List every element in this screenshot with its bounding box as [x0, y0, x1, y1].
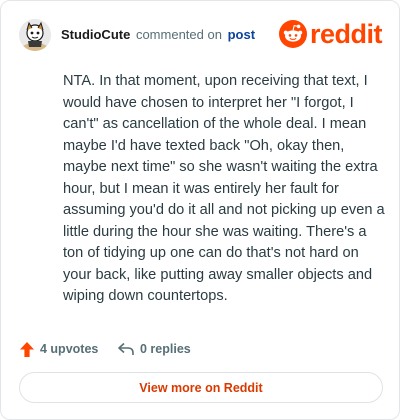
upvotes-stat[interactable]: 4 upvotes — [19, 338, 98, 360]
reply-arrow-icon — [118, 342, 134, 355]
comment-embed-card: StudioCute commented on post reddit NTA.… — [0, 0, 400, 420]
username-link[interactable]: StudioCute — [61, 27, 130, 42]
user-avatar[interactable] — [19, 19, 51, 51]
snoo-avatar-icon — [19, 19, 51, 51]
comment-header: StudioCute commented on post reddit — [19, 19, 385, 51]
comment-footer: 4 upvotes 0 replies — [19, 338, 385, 360]
upvote-arrow-icon — [20, 341, 34, 357]
view-more-button[interactable]: View more on Reddit — [19, 372, 383, 403]
byline-verb: commented on — [135, 27, 222, 42]
replies-label: 0 replies — [140, 342, 191, 356]
reddit-wordmark: reddit — [310, 19, 383, 49]
reddit-logo[interactable]: reddit — [279, 17, 385, 51]
upvotes-label: 4 upvotes — [40, 342, 99, 356]
comment-body: NTA. In that moment, upon receiving that… — [63, 73, 385, 304]
byline: StudioCute commented on post — [61, 27, 255, 43]
post-link[interactable]: post — [228, 27, 255, 42]
reddit-snoo-icon — [279, 20, 307, 48]
view-more-label: View more on Reddit — [139, 380, 263, 395]
replies-stat[interactable]: 0 replies — [117, 338, 191, 360]
